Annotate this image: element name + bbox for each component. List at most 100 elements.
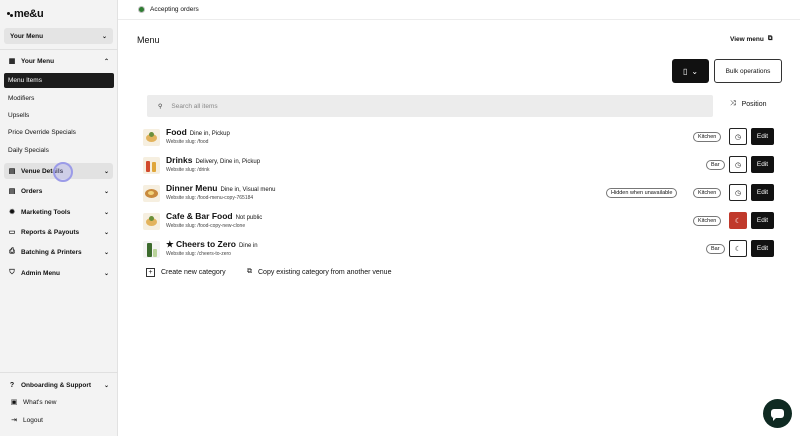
copy-category-button[interactable]: ⧉ Copy existing category from another ve…: [247, 268, 391, 276]
sidebar-item-upsells[interactable]: Upsells: [4, 108, 114, 123]
category-tags: Dine in, Visual menu: [220, 187, 276, 193]
search-placeholder: Search all items: [171, 102, 218, 110]
category-row-cheers-to-zero[interactable]: ★ Cheers to Zero Dine in Website slug: /c…: [143, 238, 775, 260]
sidebar-item-price-override-specials[interactable]: Price Override Specials: [4, 125, 114, 140]
help-icon: ?: [9, 381, 15, 389]
category-thumbnail: [143, 129, 160, 146]
sidebar-item-whats-new[interactable]: ▣ What's new: [4, 394, 113, 410]
category-name: Dinner Menu: [166, 183, 218, 193]
chevron-down-icon: ⌄: [103, 270, 109, 277]
copy-icon: ⧉: [247, 268, 252, 275]
menu-selector[interactable]: Your Menu ⌄: [4, 28, 113, 44]
chevron-down-icon: ⌄: [101, 33, 107, 40]
sidebar-item-menu-items[interactable]: Menu Items: [4, 73, 114, 88]
shield-icon: ⛉: [9, 269, 15, 276]
schedule-button[interactable]: ◷: [729, 156, 747, 173]
chevron-down-icon: ⌄: [103, 209, 109, 216]
category-row-cafe-bar-food[interactable]: Cafe & Bar Food Not public Website slug: …: [143, 210, 775, 232]
category-row-food[interactable]: Food Dine in, Pickup Website slug: /food …: [143, 126, 775, 148]
divider: [0, 49, 118, 50]
receipt-icon: ▤: [8, 188, 16, 195]
divider: [0, 372, 118, 373]
edit-button[interactable]: Edit: [751, 212, 774, 229]
document-dropdown-button[interactable]: ▯ ⌄: [672, 59, 709, 83]
brand-logo[interactable]: me&u: [7, 8, 44, 20]
category-tags: Delivery, Dine in, Pickup: [195, 159, 261, 165]
sidebar-group-admin-menu[interactable]: ⛉ Admin Menu ⌄: [4, 265, 113, 281]
search-input[interactable]: ⚲ Search all items: [147, 95, 713, 117]
clock-icon: ◷: [734, 189, 742, 197]
category-thumbnail: [143, 157, 160, 174]
gear-icon: ✹: [9, 209, 15, 216]
category-name: Cafe & Bar Food: [166, 211, 233, 221]
sidebar-item-logout[interactable]: ⇥ Logout: [4, 412, 113, 428]
chevron-down-icon: ⌄: [103, 188, 109, 195]
chevron-down-icon: ⌄: [691, 66, 699, 76]
logo-mark-icon: [7, 11, 13, 17]
document-icon: ▯: [682, 66, 688, 76]
category-slug: Website slug: /food: [166, 139, 209, 145]
sidebar-group-batching-printers[interactable]: ⎙ Batching & Printers ⌄: [4, 244, 113, 260]
category-slug: Website slug: /food-menu-copy-765184: [166, 195, 254, 201]
sidebar-group-marketing-tools[interactable]: ✹ Marketing Tools ⌄: [4, 204, 113, 220]
sidebar-group-your-menu[interactable]: ▦ Your Menu ⌃: [4, 53, 113, 69]
plus-icon: +: [146, 268, 155, 277]
card-icon: ▭: [8, 229, 16, 236]
bulk-operations-button[interactable]: Bulk operations: [714, 59, 782, 83]
schedule-button[interactable]: ◷: [729, 184, 747, 201]
category-row-drinks[interactable]: Drinks Delivery, Dine in, Pickup Website …: [143, 154, 775, 176]
category-tags: Dine in: [238, 243, 258, 249]
chevron-down-icon: ⌄: [103, 382, 109, 389]
chevron-up-icon: ⌃: [103, 58, 109, 65]
sidebar-group-onboarding-support[interactable]: ? Onboarding & Support ⌄: [4, 377, 113, 393]
external-link-icon: ⧉: [767, 35, 773, 42]
clock-icon: ◷: [734, 161, 742, 169]
category-name: Drinks: [166, 155, 193, 165]
station-badge: Kitchen: [693, 216, 722, 226]
printer-icon: ⎙: [9, 248, 15, 255]
visibility-badge: Hidden when unavailable: [606, 188, 678, 198]
unavailable-toggle-button[interactable]: ☾: [729, 240, 747, 257]
category-slug: Website slug: /cheers-to-zero: [166, 251, 231, 257]
station-badge: Kitchen: [693, 188, 722, 198]
station-badge: Kitchen: [693, 132, 722, 142]
view-menu-link[interactable]: View menu ⧉: [730, 35, 773, 43]
category-row-dinner-menu[interactable]: Dinner Menu Dine in, Visual menu Website …: [143, 182, 775, 204]
edit-button[interactable]: Edit: [751, 184, 774, 201]
unavailable-toggle-button[interactable]: ☾: [729, 212, 747, 229]
category-thumbnail: [143, 213, 160, 230]
category-name: ★ Cheers to Zero: [166, 239, 236, 249]
sidebar-group-reports-payouts[interactable]: ▭ Reports & Payouts ⌄: [4, 224, 113, 240]
chevron-down-icon: ⌄: [103, 229, 109, 236]
clock-icon: ◷: [734, 133, 742, 141]
logout-icon: ⇥: [11, 417, 17, 424]
chat-icon: [771, 409, 784, 421]
chat-support-button[interactable]: [763, 399, 792, 428]
sidebar-item-daily-specials[interactable]: Daily Specials: [4, 143, 114, 158]
gift-icon: ▣: [10, 399, 18, 406]
category-thumbnail: [143, 241, 160, 258]
shuffle-icon: ⤨: [730, 100, 736, 107]
category-slug: Website slug: /drink: [166, 167, 210, 173]
edit-button[interactable]: Edit: [751, 156, 774, 173]
edit-button[interactable]: Edit: [751, 128, 774, 145]
status-text: Accepting orders: [150, 6, 199, 13]
category-tags: Dine in, Pickup: [189, 131, 230, 137]
create-category-button[interactable]: + Create new category: [146, 268, 226, 277]
status-indicator-icon[interactable]: [138, 6, 145, 13]
position-button[interactable]: ⤨ Position: [730, 100, 767, 108]
chevron-down-icon: ⌄: [103, 168, 109, 175]
sidebar-group-orders[interactable]: ▤ Orders ⌄: [4, 183, 113, 199]
station-badge: Bar: [706, 244, 725, 254]
cursor-highlight: [53, 162, 73, 182]
sidebar-item-modifiers[interactable]: Modifiers: [4, 91, 114, 106]
search-icon: ⚲: [158, 103, 163, 110]
schedule-button[interactable]: ◷: [729, 128, 747, 145]
station-badge: Bar: [706, 160, 725, 170]
edit-button[interactable]: Edit: [751, 240, 774, 257]
sidebar: me&u Your Menu ⌄ ▦ Your Menu ⌃ Menu Item…: [0, 0, 118, 436]
category-name: Food: [166, 127, 187, 137]
grid-icon: ▦: [8, 58, 16, 65]
moon-icon: ☾: [734, 217, 742, 225]
category-thumbnail: [143, 185, 160, 202]
